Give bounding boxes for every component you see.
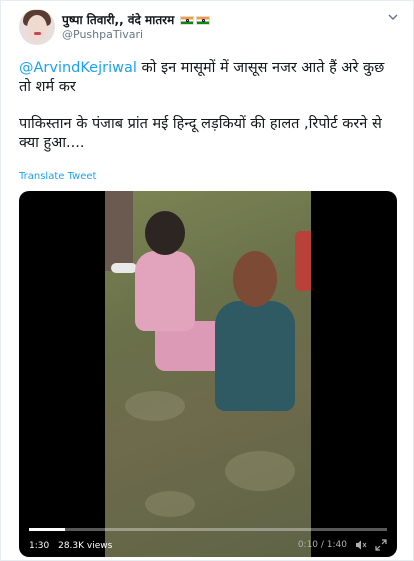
- video-player[interactable]: 1:30 28.3K views 0:10 / 1:40: [19, 191, 397, 557]
- tweet-text: @ArvindKejriwal को इन मासूमों में जासूस …: [19, 59, 399, 171]
- tweet-paragraph-2: पाकिस्तान के पंजाब प्रांत मई हिन्दू लड़क…: [19, 116, 382, 151]
- avatar[interactable]: [19, 9, 55, 45]
- indian-flag-icon: [180, 16, 195, 25]
- shoe: [111, 263, 137, 273]
- indian-flag-icon: [196, 16, 211, 25]
- views-label: 28.3K views: [58, 541, 113, 551]
- video-controls: 0:10 / 1:40: [298, 539, 387, 551]
- video-stats: 1:30 28.3K views: [29, 541, 112, 551]
- video-progress-bar[interactable]: [29, 528, 387, 531]
- ground-patch: [145, 491, 195, 517]
- ground-patch: [125, 391, 185, 421]
- video-frame: [105, 191, 311, 557]
- ground-patch: [225, 451, 295, 491]
- tweet-paragraph-1: @ArvindKejriwal को इन मासूमों में जासूस …: [19, 59, 399, 97]
- avatar-face: [27, 15, 47, 41]
- mention-link[interactable]: @ArvindKejriwal: [19, 60, 137, 76]
- girl-teal-body: [215, 301, 295, 411]
- girl-pink-body: [135, 251, 195, 331]
- author-name[interactable]: पुष्पा तिवारी,, वंदे मातरम: [62, 11, 211, 28]
- fullscreen-icon[interactable]: [375, 539, 387, 551]
- author-handle[interactable]: @PushpaTivari: [62, 28, 143, 41]
- tweet-card: पुष्पा तिवारी,, वंदे मातरम @PushpaTivari…: [0, 0, 414, 561]
- elapsed-label: 1:30: [29, 541, 50, 551]
- standing-person: [105, 191, 133, 271]
- volume-muted-icon[interactable]: [355, 539, 367, 551]
- author-name-text: पुष्पा तिवारी,, वंदे मातरम: [62, 13, 175, 27]
- girl-pink-head: [145, 211, 185, 255]
- girl-teal-head: [233, 251, 277, 307]
- translate-tweet-link[interactable]: Translate Tweet: [19, 171, 96, 182]
- avatar-lip: [34, 32, 41, 35]
- person-red: [295, 231, 311, 291]
- tweet-header: पुष्पा तिवारी,, वंदे मातरम @PushpaTivari: [19, 9, 399, 49]
- chevron-down-icon[interactable]: [387, 11, 399, 23]
- video-progress-fill: [29, 528, 65, 531]
- time-label: 0:10 / 1:40: [297, 540, 347, 550]
